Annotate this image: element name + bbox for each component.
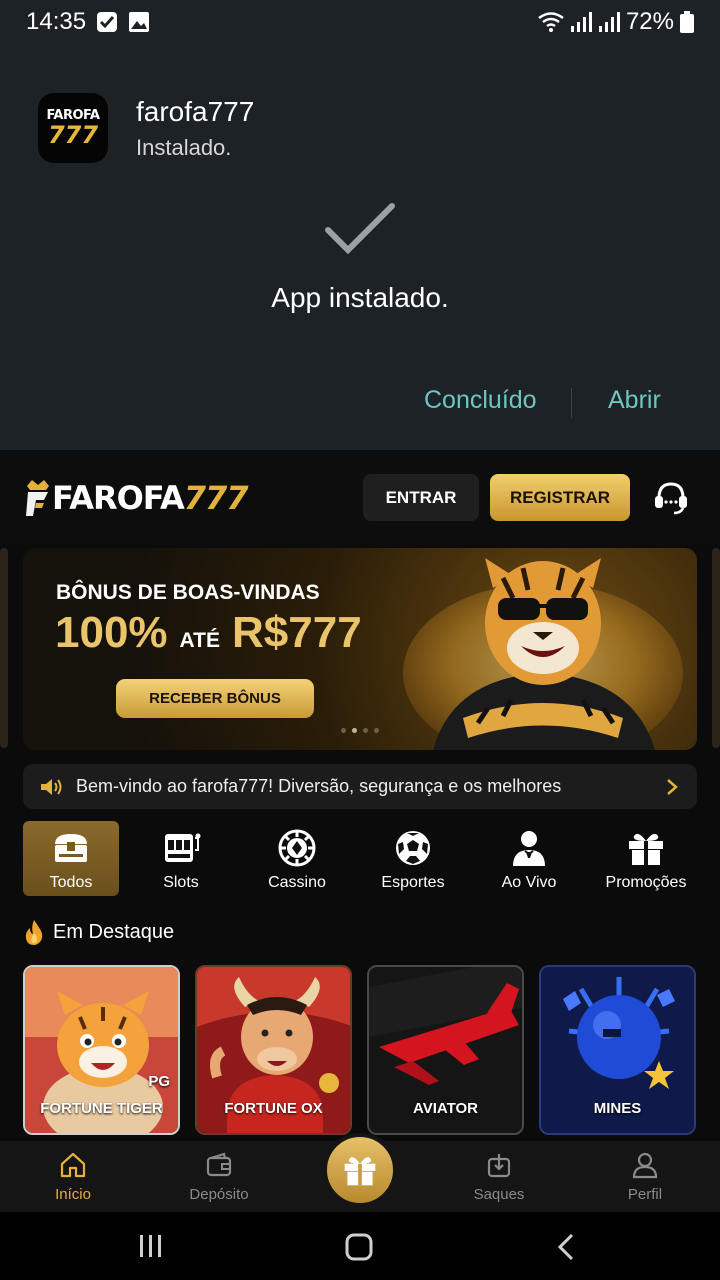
open-button[interactable]: Abrir [608, 386, 661, 415]
register-button[interactable]: REGISTRAR [490, 474, 630, 521]
signal-2-icon [598, 12, 620, 32]
carousel-dots [341, 728, 379, 733]
system-navigation-bar [0, 1212, 720, 1280]
banner-next-peek[interactable] [712, 548, 720, 748]
wifi-icon [538, 12, 564, 32]
back-icon[interactable] [556, 1233, 576, 1261]
category-label: Esportes [381, 874, 445, 891]
banner-amount: 100% ATÉ R$777 [55, 608, 362, 658]
withdraw-icon [487, 1154, 511, 1178]
category-esportes[interactable]: Esportes [365, 821, 461, 896]
tiger-mascot-image [403, 558, 683, 750]
game-title: AVIATOR [412, 1100, 478, 1117]
app-icon-number: 777 [47, 121, 99, 149]
logo-number: 777 [183, 479, 249, 517]
category-label: Slots [163, 874, 199, 891]
category-todos[interactable]: Todos [23, 821, 119, 896]
claim-bonus-button[interactable]: RECEBER BÔNUS [116, 679, 314, 718]
banner-percent: 100% [55, 608, 168, 657]
promo-banner[interactable]: BÔNUS DE BOAS-VINDAS 100% ATÉ R$777 RECE… [23, 548, 697, 750]
nav-inicio[interactable]: Início [28, 1149, 118, 1209]
status-time: 14:35 [26, 8, 87, 35]
app-icon: FAROFA 777 [38, 93, 108, 163]
category-label: Ao Vivo [501, 874, 557, 891]
recents-icon[interactable] [138, 1234, 164, 1258]
button-divider [571, 388, 572, 418]
install-message: App instalado. [271, 282, 449, 313]
banner-prev-peek[interactable] [0, 548, 8, 748]
banner-title: BÔNUS DE BOAS-VINDAS [56, 581, 320, 604]
app-status: Instalado. [136, 135, 232, 160]
announcement-bar[interactable]: Bem-vindo ao farofa777! Diversão, segura… [23, 764, 697, 809]
category-cassino[interactable]: Cassino [249, 821, 345, 896]
signal-icon [570, 12, 592, 32]
speaker-icon [41, 779, 62, 795]
checkbox-notification-icon [97, 12, 117, 32]
logo-word: FAROFA [52, 479, 185, 517]
chevron-right-icon[interactable] [666, 778, 678, 796]
gift-fab-icon [344, 1157, 376, 1186]
home-button-icon[interactable] [345, 1233, 373, 1261]
featured-title: Em Destaque [53, 920, 175, 943]
nav-label: Depósito [189, 1186, 249, 1203]
site-logo[interactable]: FAROFA777 [24, 478, 249, 518]
announcement-text: Bem-vindo ao farofa777! Diversão, segura… [76, 776, 562, 796]
carousel-dot[interactable] [374, 728, 379, 733]
featured-heading: Em Destaque [23, 918, 174, 946]
login-button[interactable]: ENTRAR [363, 474, 479, 521]
nav-deposito[interactable]: Depósito [174, 1149, 264, 1209]
carousel-dot[interactable] [341, 728, 346, 733]
home-icon [60, 1152, 86, 1178]
fire-icon [25, 920, 43, 945]
logo-text: FAROFA777 [52, 479, 249, 517]
game-card-mines[interactable]: MINES [539, 965, 696, 1135]
user-icon [632, 1152, 658, 1179]
nav-saques[interactable]: Saques [454, 1149, 544, 1209]
category-tabs: Todos Slots Cassino Esportes Ao Vivo Pro… [23, 821, 697, 897]
chest-icon [55, 834, 87, 862]
banner-ate: ATÉ [179, 629, 220, 652]
soccer-ball-icon [396, 831, 430, 865]
game-card-fortune-ox[interactable]: FORTUNE OX [195, 965, 352, 1135]
game-title: FORTUNE OX [224, 1100, 323, 1117]
wallet-icon [206, 1152, 232, 1177]
status-right: 72% [538, 8, 694, 36]
category-promocoes[interactable]: Promoções [598, 821, 694, 896]
category-slots[interactable]: Slots [133, 821, 229, 896]
battery-percent: 72% [625, 8, 674, 35]
game-card-fortune-tiger[interactable]: PG FORTUNE TIGER [23, 965, 180, 1135]
image-notification-icon [129, 12, 149, 32]
pg-badge: PG [148, 1073, 170, 1090]
app-name: farofa777 [136, 96, 255, 127]
nav-label: Saques [473, 1186, 525, 1203]
category-ao-vivo[interactable]: Ao Vivo [481, 821, 577, 896]
nav-label: Perfil [627, 1186, 663, 1203]
crown-logo-icon [26, 480, 49, 516]
category-label: Promoções [605, 874, 687, 891]
game-card-aviator[interactable]: AVIATOR [367, 965, 524, 1135]
battery-icon [680, 11, 694, 33]
category-label: Todos [49, 874, 93, 891]
check-icon [325, 203, 395, 255]
nav-perfil[interactable]: Perfil [600, 1149, 690, 1209]
category-label: Cassino [268, 874, 326, 891]
gift-fab-button[interactable] [323, 1133, 397, 1207]
poker-chip-icon [278, 829, 316, 867]
gift-icon [629, 833, 663, 865]
game-title: FORTUNE TIGER [40, 1100, 163, 1117]
slot-machine-icon [165, 833, 201, 862]
status-bar: 14:35 72% [0, 0, 720, 44]
done-button[interactable]: Concluído [424, 386, 537, 415]
carousel-dot-active[interactable] [352, 728, 357, 733]
headset-support-icon[interactable] [652, 478, 690, 516]
nav-label: Início [55, 1186, 91, 1203]
game-title: MINES [593, 1100, 642, 1117]
dealer-icon [513, 831, 545, 866]
install-dialog: 14:35 72% FAROFA 777 farofa777 Instalado… [0, 0, 720, 450]
carousel-dot[interactable] [363, 728, 368, 733]
banner-value: R$777 [232, 608, 362, 657]
